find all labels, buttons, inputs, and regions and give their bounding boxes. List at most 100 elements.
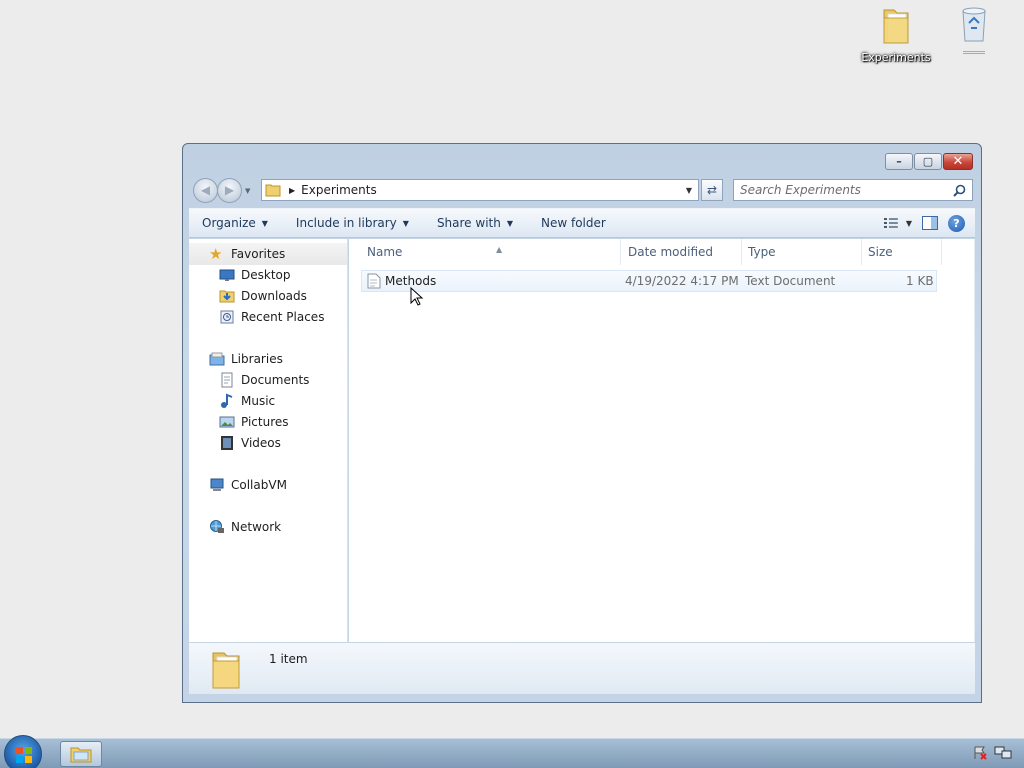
search-input[interactable] (740, 183, 945, 197)
nav-libraries-label: Libraries (231, 352, 283, 366)
mouse-cursor-icon (410, 287, 424, 306)
file-row-methods[interactable]: Methods 4/19/2022 4:17 PM Text Document … (361, 270, 937, 292)
organize-label: Organize (202, 216, 256, 230)
taskbar (0, 735, 1024, 768)
column-header-type[interactable]: Type (742, 239, 862, 265)
column-header-name[interactable]: Name ▲ (361, 239, 621, 265)
minimize-button[interactable]: – (885, 153, 913, 170)
new-folder-button[interactable]: New folder (541, 216, 606, 230)
nav-favorites[interactable]: ★ Favorites (209, 244, 285, 264)
desktop-icon-recycle-bin[interactable] (936, 6, 1012, 54)
include-in-library-menu[interactable]: Include in library ▼ (296, 216, 409, 230)
nav-recent-places[interactable]: Recent Places (219, 307, 324, 327)
change-view-button[interactable]: ▼ (884, 212, 912, 234)
help-button[interactable]: ? (948, 214, 965, 232)
chevron-down-icon: ▼ (261, 218, 268, 228)
nav-music-label: Music (241, 394, 276, 408)
recent-pages-dropdown-icon[interactable]: ▼ (245, 187, 250, 203)
address-dropdown-icon[interactable]: ▼ (686, 186, 692, 195)
search-box[interactable] (733, 179, 973, 201)
preview-pane-button[interactable] (916, 212, 944, 234)
desktop-icon (219, 269, 235, 281)
nav-videos-label: Videos (241, 436, 281, 450)
refresh-button[interactable]: ⇄ (701, 179, 723, 201)
maximize-button[interactable]: ▢ (914, 153, 942, 170)
nav-recent-places-label: Recent Places (241, 310, 325, 324)
nav-libraries[interactable]: Libraries (209, 349, 283, 369)
documents-icon (221, 372, 233, 388)
nav-downloads-label: Downloads (241, 289, 307, 303)
folder-icon (212, 652, 240, 689)
chevron-down-icon: ▼ (905, 218, 912, 228)
file-date-modified: 4/19/2022 4:17 PM (625, 274, 739, 288)
breadcrumb-separator-icon[interactable]: ▶ (289, 186, 295, 195)
item-count: 1 item (269, 652, 308, 666)
start-button[interactable] (4, 735, 42, 768)
nav-downloads[interactable]: Downloads (219, 286, 307, 306)
desktop-icon-experiments[interactable]: Experiments (858, 6, 934, 64)
nav-videos[interactable]: Videos (219, 433, 281, 453)
vertical-divider (974, 239, 975, 642)
nav-computer-label: CollabVM (231, 478, 287, 492)
recent-places-icon (220, 310, 234, 324)
back-arrow-icon: ◀ (200, 183, 211, 197)
desktop-icon-label: Experiments (861, 51, 931, 64)
videos-icon (221, 436, 233, 450)
recycle-bin-icon (962, 7, 986, 42)
nav-computer[interactable]: CollabVM (209, 475, 287, 495)
refresh-icon: ⇄ (706, 183, 718, 197)
share-with-menu[interactable]: Share with ▼ (437, 216, 513, 230)
search-icon[interactable] (953, 184, 966, 197)
nav-network[interactable]: Network (209, 517, 281, 537)
nav-documents-label: Documents (241, 373, 310, 387)
column-type-label: Type (748, 245, 776, 259)
downloads-icon (219, 290, 235, 303)
column-header-size[interactable]: Size (862, 239, 942, 265)
close-icon: ✕ (952, 154, 964, 169)
nav-music[interactable]: Music (219, 391, 275, 411)
navigation-buttons: ◀ ▶ ▼ (193, 178, 250, 203)
network-status-icon[interactable] (994, 745, 1012, 761)
address-bar[interactable]: ▶ Experiments ▼ (261, 179, 699, 201)
chevron-down-icon: ▼ (402, 218, 409, 228)
navigation-pane: ★ Favorites Desktop Downloads Recent Pla… (189, 239, 348, 642)
view-list-icon (884, 218, 898, 228)
column-date-label: Date modified (628, 245, 714, 259)
close-button[interactable]: ✕ (943, 153, 973, 170)
pictures-icon (219, 416, 235, 428)
column-size-label: Size (868, 245, 893, 259)
nav-documents[interactable]: Documents (219, 370, 309, 390)
explorer-window: – ▢ ✕ ◀ ▶ ▼ ▶ Experiments ▼ ⇄ Organize ▼ … (182, 143, 982, 703)
nav-pictures[interactable]: Pictures (219, 412, 289, 432)
folder-icon (265, 184, 281, 197)
view-tools: ▼ ? (884, 212, 965, 234)
include-label: Include in library (295, 216, 397, 230)
action-center-icon[interactable] (972, 745, 988, 761)
column-header-date-modified[interactable]: Date modified (622, 239, 742, 265)
forward-button[interactable]: ▶ (217, 178, 242, 203)
nav-desktop[interactable]: Desktop (219, 265, 291, 285)
nav-favorites-label: Favorites (231, 247, 286, 261)
back-button[interactable]: ◀ (193, 178, 218, 203)
computer-icon (210, 478, 224, 491)
preview-pane-icon (922, 216, 938, 230)
nav-desktop-label: Desktop (241, 268, 291, 282)
libraries-icon (209, 352, 225, 366)
music-icon (221, 393, 233, 408)
forward-arrow-icon: ▶ (224, 183, 235, 197)
windows-logo-icon (16, 747, 32, 763)
details-pane: 1 item (189, 642, 975, 694)
help-icon: ? (953, 216, 960, 230)
file-type: Text Document (745, 274, 836, 288)
recycle-bin-label-placeholder (963, 51, 985, 54)
taskbar-explorer-button[interactable] (60, 741, 102, 767)
file-list: Name ▲ Date modified Type Size Methods 4… (349, 239, 975, 642)
new-folder-label: New folder (541, 216, 606, 230)
breadcrumb-experiments[interactable]: Experiments (301, 183, 377, 197)
chevron-down-icon: ▼ (506, 218, 513, 228)
text-document-icon (367, 273, 381, 289)
organize-menu[interactable]: Organize ▼ (202, 216, 268, 230)
system-tray (972, 745, 1012, 761)
column-name-label: Name (367, 245, 403, 259)
star-icon: ★ (209, 245, 223, 263)
